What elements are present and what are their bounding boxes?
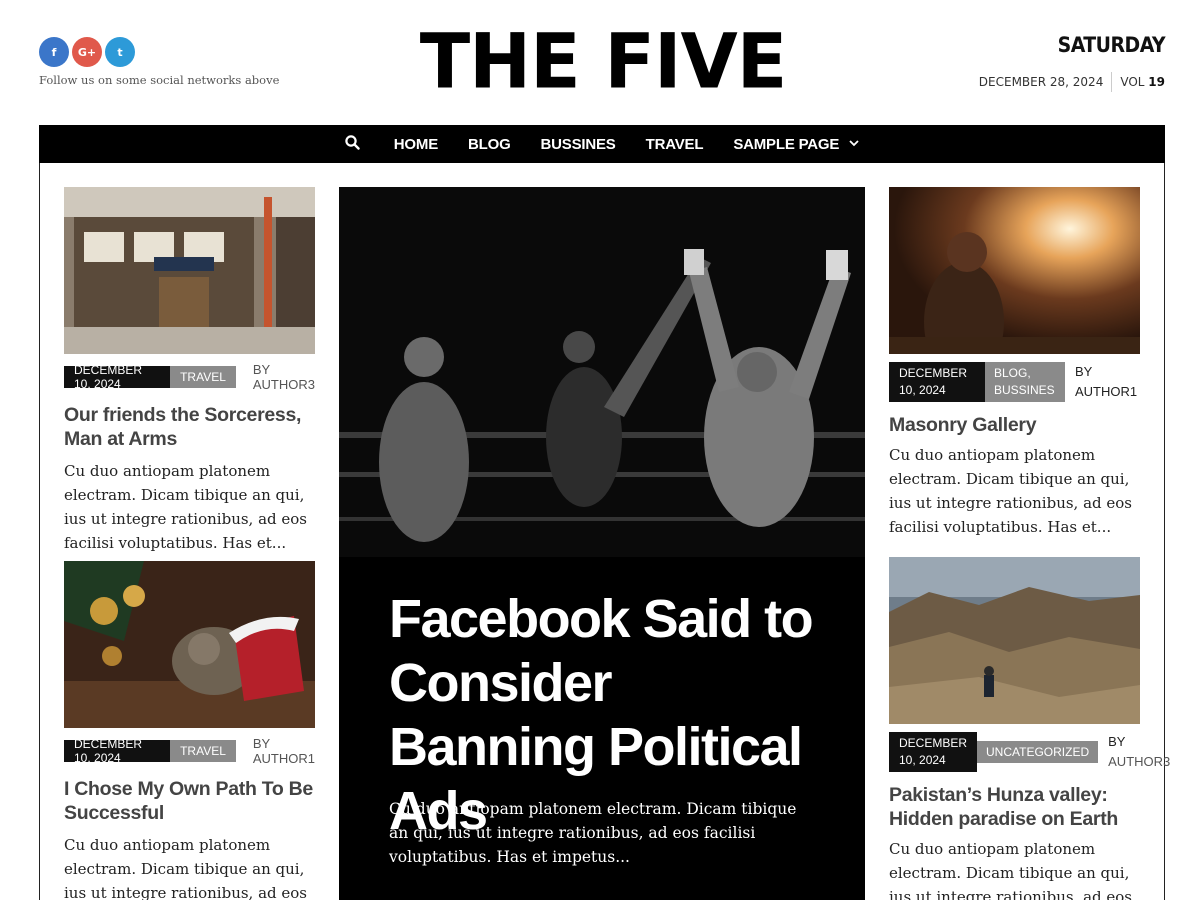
chevron-down-icon[interactable] [849, 139, 859, 150]
article-card: DECEMBER 10, 2024 TRAVEL BY AUTHOR3 Our … [64, 187, 315, 555]
article-card: DECEMBER 10, 2024 BLOG, BUSSINES BY AUTHO… [889, 187, 1140, 539]
nav-blog[interactable]: BLOG [468, 136, 511, 153]
article-excerpt: Cu duo antiopam platonem electram. Dicam… [64, 836, 308, 900]
nav-bussines[interactable]: BUSSINES [541, 136, 616, 153]
article-date[interactable]: DECEMBER 10, 2024 [64, 363, 171, 391]
article-author: BY AUTHOR1 [1075, 362, 1137, 402]
search-icon[interactable] [345, 134, 360, 154]
nav-home[interactable]: HOME [394, 136, 438, 153]
featured-image[interactable] [339, 187, 865, 557]
article-image[interactable] [64, 561, 315, 728]
article-meta: DECEMBER 10, 2024 TRAVEL BY AUTHOR3 [64, 362, 315, 392]
featured-article[interactable]: Facebook Said to Consider Banning Politi… [339, 187, 865, 900]
article-image[interactable] [889, 187, 1140, 354]
by-label: BY [252, 736, 270, 751]
article-meta: DECEMBER 10, 2024 UNCATEGORIZED BY AUTHOR… [889, 732, 1170, 772]
article-meta: DECEMBER 10, 2024 TRAVEL BY AUTHOR1 [64, 736, 315, 766]
dateline: DECEMBER 28, 2024 VOL 19 [979, 72, 1165, 92]
site-logo[interactable]: THE FIVE [405, 23, 801, 101]
article-author: BY AUTHOR3 [1108, 732, 1170, 772]
by-label: BY [1108, 734, 1126, 749]
author-link[interactable]: AUTHOR3 [253, 377, 315, 392]
article-title[interactable]: Masonry Gallery [889, 413, 1140, 437]
article-excerpt: Cu duo antiopam platonem electram. Dicam… [889, 840, 1133, 900]
article-date[interactable]: DECEMBER 10, 2024 [64, 737, 171, 765]
article-category[interactable]: UNCATEGORIZED [977, 741, 1099, 763]
facebook-icon[interactable]: f [39, 37, 69, 67]
author-link[interactable]: AUTHOR1 [253, 751, 315, 766]
article-meta: DECEMBER 10, 2024 BLOG, BUSSINES BY AUTHO… [889, 362, 1140, 402]
article-date[interactable]: DECEMBER 10, 2024 [889, 362, 985, 402]
main-navigation: HOME BLOG BUSSINES TRAVEL SAMPLE PAGE [39, 125, 1165, 163]
article-title[interactable]: I Chose My Own Path To Be Successful [64, 777, 315, 825]
featured-excerpt: Cu duo antiopam platonem electram. Dicam… [389, 800, 797, 866]
volume-label: VOL [1120, 75, 1145, 89]
article-category[interactable]: TRAVEL [170, 740, 236, 762]
by-label: BY [252, 362, 270, 377]
social-links: f G+ t [39, 37, 135, 67]
article-image[interactable] [64, 187, 315, 354]
article-image[interactable] [889, 557, 1140, 724]
author-link[interactable]: AUTHOR3 [1108, 754, 1170, 769]
article-author: BY AUTHOR1 [253, 736, 315, 766]
nav-sample-page[interactable]: SAMPLE PAGE [733, 136, 859, 153]
current-day: SATURDAY [1057, 33, 1166, 57]
nav-sample-page-label: SAMPLE PAGE [733, 135, 840, 153]
article-card: DECEMBER 10, 2024 TRAVEL BY AUTHOR1 I Ch… [64, 561, 315, 900]
article-excerpt: Cu duo antiopam platonem electram. Dicam… [889, 446, 1133, 536]
article-category[interactable]: BLOG, BUSSINES [985, 362, 1065, 402]
by-label: BY [1075, 364, 1093, 379]
nav-travel[interactable]: TRAVEL [646, 136, 704, 153]
article-excerpt: Cu duo antiopam platonem electram. Dicam… [64, 462, 308, 552]
article-card: DECEMBER 10, 2024 UNCATEGORIZED BY AUTHOR… [889, 557, 1170, 900]
twitter-icon[interactable]: t [105, 37, 135, 67]
article-title[interactable]: Our friends the Sorceress, Man at Arms [64, 403, 315, 451]
google-plus-icon[interactable]: G+ [72, 37, 102, 67]
article-date[interactable]: DECEMBER 10, 2024 [889, 732, 978, 772]
article-category[interactable]: TRAVEL [170, 366, 236, 388]
article-title[interactable]: Pakistan’s Hunza valley: Hidden paradise… [889, 783, 1140, 831]
current-date: DECEMBER 28, 2024 [978, 75, 1104, 89]
article-author: BY AUTHOR3 [253, 362, 315, 392]
follow-text: Follow us on some social networks above [39, 73, 280, 87]
dateline-divider [1111, 72, 1113, 92]
volume-number: 19 [1148, 75, 1165, 89]
author-link[interactable]: AUTHOR1 [1075, 384, 1137, 399]
